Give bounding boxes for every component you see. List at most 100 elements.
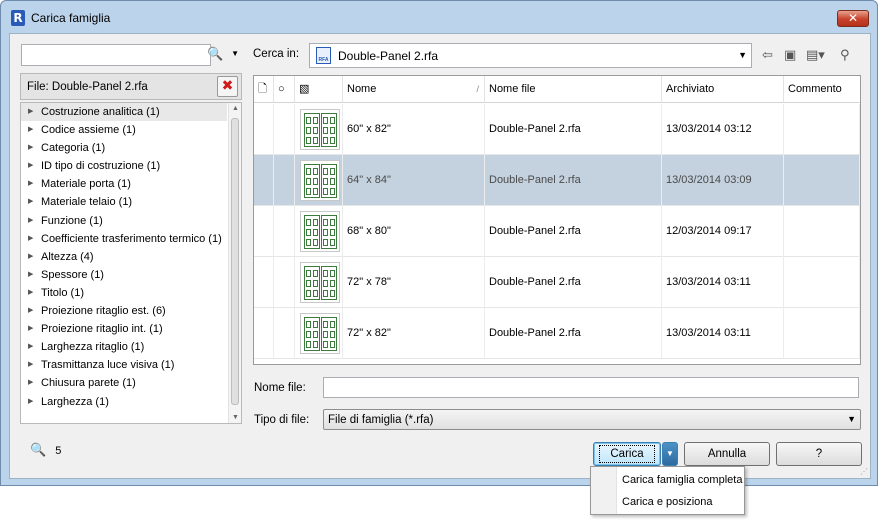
table-row[interactable]: 68" x 80" Double-Panel 2.rfa 12/03/2014 09…: [254, 206, 860, 257]
table-row[interactable]: 72" x 82" Double-Panel 2.rfa 13/03/2014 03…: [254, 308, 860, 359]
expand-arrow-icon[interactable]: ▶: [28, 157, 33, 175]
cancel-button[interactable]: Annulla: [684, 442, 770, 466]
table-row[interactable]: 60" x 82" Double-Panel 2.rfa 13/03/2014 03…: [254, 104, 860, 155]
cell-status: [274, 104, 295, 155]
preview-column-icon[interactable]: ▧: [295, 76, 343, 103]
cell-document: [254, 257, 274, 308]
expand-arrow-icon[interactable]: ▶: [28, 212, 33, 230]
tree-item[interactable]: ▶ Altezza (4): [21, 248, 241, 266]
cell-nome: 60" x 82": [343, 104, 485, 155]
tree-item[interactable]: ▶ Trasmittanza luce visiva (1): [21, 356, 241, 374]
filetype-dropdown[interactable]: File di famiglia (*.rfa) ▼: [323, 409, 861, 430]
door-leaf-shape: [321, 317, 337, 351]
door-panel-shape: [313, 341, 318, 348]
status-column-icon[interactable]: ○: [274, 76, 295, 103]
cell-nome-file: Double-Panel 2.rfa: [485, 308, 662, 359]
expand-arrow-icon[interactable]: ▶: [28, 393, 33, 411]
column-header-nome[interactable]: Nome /: [343, 76, 485, 103]
tree-item[interactable]: ▶ Materiale porta (1): [21, 175, 241, 193]
chevron-down-icon[interactable]: ▼: [231, 44, 239, 64]
door-panel-shape: [313, 137, 318, 144]
close-button[interactable]: ✕: [837, 10, 869, 27]
door-leaf-shape: [321, 164, 337, 198]
expand-arrow-icon[interactable]: ▶: [28, 193, 33, 211]
door-panel-shape: [330, 341, 335, 348]
scroll-down-icon[interactable]: ▼: [232, 414, 239, 421]
cell-nome-file: Double-Panel 2.rfa: [485, 257, 662, 308]
column-header-archiviato[interactable]: Archiviato: [662, 76, 784, 103]
look-in-dropdown[interactable]: RFA Double-Panel 2.rfa ▼: [309, 43, 752, 68]
tree-item[interactable]: ▶ Titolo (1): [21, 284, 241, 302]
cell-nome-file: Double-Panel 2.rfa: [485, 104, 662, 155]
door-panel-shape: [330, 321, 335, 328]
tree-item[interactable]: ▶ Proiezione ritaglio est. (6): [21, 302, 241, 320]
expand-arrow-icon[interactable]: ▶: [28, 284, 33, 302]
cell-nome-file: Double-Panel 2.rfa: [485, 206, 662, 257]
tree-item[interactable]: ▶ ID tipo di costruzione (1): [21, 157, 241, 175]
expand-arrow-icon[interactable]: ▶: [28, 121, 33, 139]
expand-arrow-icon[interactable]: ▶: [28, 175, 33, 193]
load-options-menu: Carica famiglia completa Carica e posizi…: [590, 466, 745, 515]
door-panel-shape: [330, 178, 335, 185]
document-column-icon[interactable]: 🗋: [254, 76, 274, 103]
tree-item[interactable]: ▶ Funzione (1): [21, 212, 241, 230]
door-panel-shape: [330, 168, 335, 175]
double-door-thumbnail-icon: [300, 109, 340, 150]
table-row[interactable]: 64" x 84" Double-Panel 2.rfa 13/03/2014 03…: [254, 155, 860, 206]
search-input[interactable]: [21, 44, 211, 66]
expand-arrow-icon[interactable]: ▶: [28, 230, 33, 248]
expand-arrow-icon[interactable]: ▶: [28, 338, 33, 356]
tree-item[interactable]: ▶ Chiusura parete (1): [21, 374, 241, 392]
menu-item-load-and-place[interactable]: Carica e posiziona: [622, 496, 713, 508]
door-panel-shape: [330, 331, 335, 338]
expand-arrow-icon[interactable]: ▶: [28, 302, 33, 320]
expand-arrow-icon[interactable]: ▶: [28, 139, 33, 157]
tree-item[interactable]: ▶ Spessore (1): [21, 266, 241, 284]
expand-arrow-icon[interactable]: ▶: [28, 356, 33, 374]
column-header-commento[interactable]: Commento: [784, 76, 860, 103]
search-button[interactable]: 🔍 ▼: [207, 44, 241, 66]
door-panel-shape: [306, 127, 311, 134]
tree-item-label: Materiale telaio (1): [41, 196, 133, 209]
scrollbar-thumb[interactable]: [231, 118, 239, 405]
column-header-nome-file[interactable]: Nome file: [485, 76, 662, 103]
tree-item[interactable]: ▶ Codice assieme (1): [21, 121, 241, 139]
up-folder-icon[interactable]: ▣: [784, 45, 796, 65]
back-icon[interactable]: ⇦: [762, 45, 773, 65]
expand-arrow-icon[interactable]: ▶: [28, 266, 33, 284]
expand-arrow-icon[interactable]: ▶: [28, 103, 33, 121]
door-panel-shape: [323, 127, 328, 134]
expand-arrow-icon[interactable]: ▶: [28, 374, 33, 392]
binoculars-icon[interactable]: ⚲: [840, 45, 850, 65]
door-panel-shape: [323, 168, 328, 175]
tree-item[interactable]: ▶ Categoria (1): [21, 139, 241, 157]
title-bar: R Carica famiglia ✕: [1, 1, 877, 35]
tree-item[interactable]: ▶ Materiale telaio (1): [21, 193, 241, 211]
menu-item-load-full-family[interactable]: Carica famiglia completa: [622, 474, 742, 486]
remove-filter-button[interactable]: ✖: [217, 76, 238, 97]
scroll-up-icon[interactable]: ▲: [232, 105, 239, 112]
tree-item[interactable]: ▶ Larghezza ritaglio (1): [21, 338, 241, 356]
door-panel-shape: [323, 331, 328, 338]
door-leaf-shape: [304, 113, 320, 147]
filename-input[interactable]: [323, 377, 859, 398]
tree-item[interactable]: ▶ Proiezione ritaglio int. (1): [21, 320, 241, 338]
tree-scrollbar[interactable]: ▲ ▼: [228, 103, 241, 423]
views-menu-icon[interactable]: ▤▾: [806, 45, 825, 65]
cell-status: [274, 206, 295, 257]
tree-item[interactable]: ▶ Larghezza (1): [21, 393, 241, 411]
expand-arrow-icon[interactable]: ▶: [28, 248, 33, 266]
tree-item[interactable]: ▶ Costruzione analitica (1): [21, 103, 227, 122]
cell-archiviato: 13/03/2014 03:12: [662, 104, 784, 155]
result-count-value: 5: [55, 445, 62, 457]
expand-arrow-icon[interactable]: ▶: [28, 320, 33, 338]
help-button[interactable]: ?: [776, 442, 862, 466]
dialog-title: Carica famiglia: [31, 11, 111, 25]
door-panel-shape: [330, 188, 335, 195]
resize-grip-icon[interactable]: ⋰: [860, 467, 868, 476]
tree-item[interactable]: ▶ Coefficiente trasferimento termico (1): [21, 230, 241, 248]
tree-item-label: Spessore (1): [41, 268, 104, 281]
table-row[interactable]: 72" x 78" Double-Panel 2.rfa 13/03/2014 03…: [254, 257, 860, 308]
load-button[interactable]: Carica: [593, 442, 661, 466]
load-options-dropdown-button[interactable]: ▼: [662, 442, 678, 466]
